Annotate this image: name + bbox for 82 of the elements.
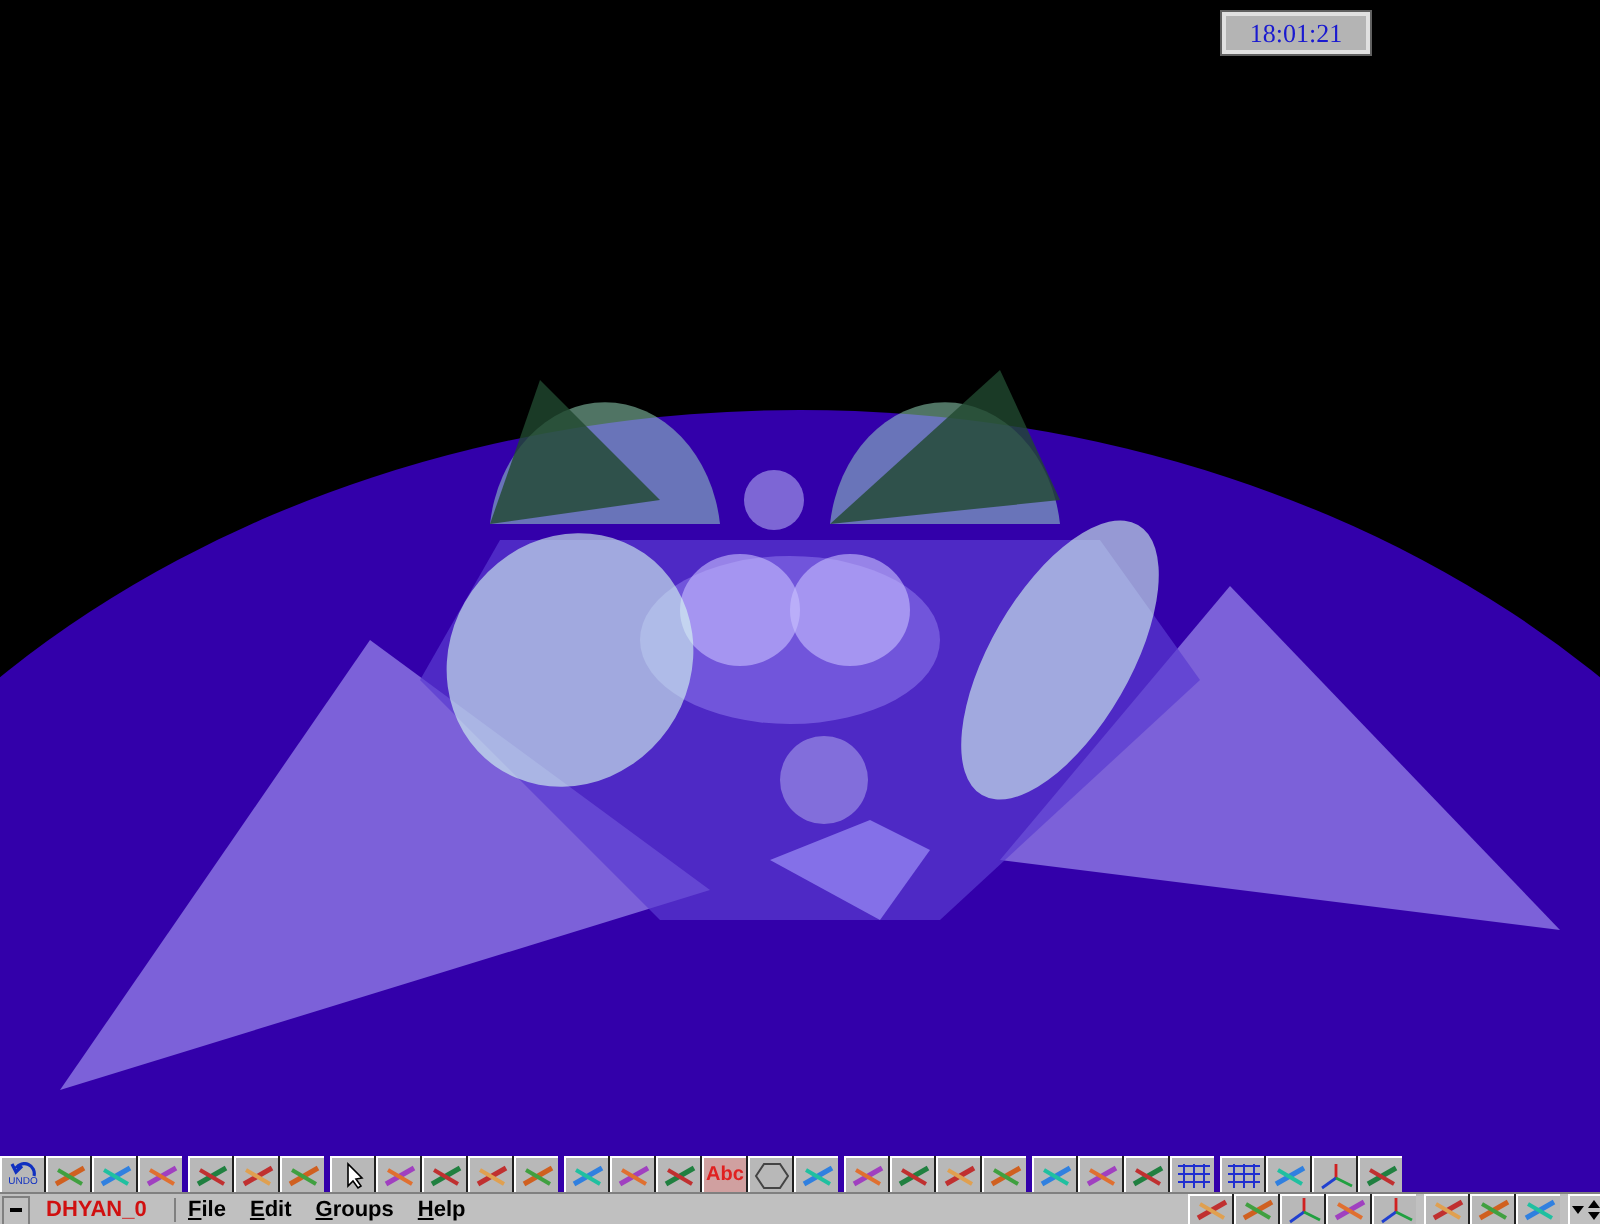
crossed-lines-icon bbox=[193, 1161, 229, 1189]
down-caret-icon bbox=[1571, 1206, 1583, 1214]
tool-button[interactable] bbox=[1124, 1156, 1168, 1192]
crossed-lines-icon bbox=[1363, 1161, 1399, 1189]
crossed-lines-icon bbox=[799, 1161, 835, 1189]
crossed-lines-icon bbox=[239, 1161, 275, 1189]
tool-button[interactable] bbox=[514, 1156, 558, 1192]
crossed-lines-icon bbox=[987, 1161, 1023, 1189]
crossed-lines-icon bbox=[1037, 1161, 1073, 1189]
tool-button[interactable] bbox=[610, 1156, 654, 1192]
tool-button[interactable] bbox=[1032, 1156, 1076, 1192]
crossed-lines-icon bbox=[615, 1161, 651, 1189]
crossed-lines-icon bbox=[143, 1161, 179, 1189]
menu-item[interactable]: Help bbox=[417, 1198, 466, 1222]
grid-button[interactable] bbox=[1170, 1156, 1214, 1192]
tool-button[interactable] bbox=[1358, 1156, 1402, 1192]
crossed-lines-icon bbox=[51, 1161, 87, 1189]
clock-display: 18:01:21 bbox=[1222, 12, 1370, 54]
tool-button[interactable] bbox=[1234, 1194, 1278, 1224]
crossed-lines-icon bbox=[1193, 1196, 1229, 1224]
tool-button[interactable] bbox=[982, 1156, 1026, 1192]
system-menu-icon[interactable] bbox=[2, 1195, 30, 1224]
crossed-lines-icon bbox=[1083, 1161, 1119, 1189]
tool-button[interactable] bbox=[1470, 1194, 1514, 1224]
axes-icon bbox=[1377, 1196, 1413, 1224]
document-name: DHYAN_0 bbox=[30, 1198, 176, 1222]
axes-icon bbox=[1317, 1161, 1353, 1189]
crossed-lines-icon bbox=[895, 1161, 931, 1189]
crossed-lines-icon bbox=[285, 1161, 321, 1189]
tool-button[interactable] bbox=[794, 1156, 838, 1192]
tool-button[interactable] bbox=[656, 1156, 700, 1192]
grid-button[interactable] bbox=[1220, 1156, 1264, 1192]
tool-button[interactable] bbox=[1078, 1156, 1122, 1192]
crossed-lines-icon bbox=[1475, 1196, 1511, 1224]
crossed-lines-icon bbox=[1331, 1196, 1367, 1224]
tool-button[interactable] bbox=[46, 1156, 90, 1192]
crossed-lines-icon bbox=[1429, 1196, 1465, 1224]
tool-button[interactable] bbox=[1188, 1194, 1232, 1224]
tool-button[interactable] bbox=[92, 1156, 136, 1192]
crossed-lines-icon bbox=[1271, 1161, 1307, 1189]
tool-button[interactable] bbox=[188, 1156, 232, 1192]
spinner-button[interactable] bbox=[1568, 1194, 1600, 1224]
crossed-lines-icon bbox=[661, 1161, 697, 1189]
tool-button[interactable] bbox=[1326, 1194, 1370, 1224]
crossed-lines-icon bbox=[941, 1161, 977, 1189]
tool-button[interactable] bbox=[280, 1156, 324, 1192]
crossed-lines-icon bbox=[97, 1161, 133, 1189]
grid-icon bbox=[1225, 1161, 1261, 1189]
crossed-lines-icon bbox=[381, 1161, 417, 1189]
undo-arrow-icon bbox=[9, 1162, 37, 1178]
crossed-lines-icon bbox=[427, 1161, 463, 1189]
polygon-tool-button[interactable] bbox=[748, 1156, 792, 1192]
tool-button[interactable] bbox=[1516, 1194, 1560, 1224]
crossed-lines-icon bbox=[1239, 1196, 1275, 1224]
tool-button[interactable] bbox=[936, 1156, 980, 1192]
crossed-lines-icon bbox=[849, 1161, 885, 1189]
crossed-lines-icon bbox=[1521, 1196, 1557, 1224]
grid-icon bbox=[1175, 1161, 1211, 1189]
tool-button[interactable] bbox=[138, 1156, 182, 1192]
up-down-arrows-icon bbox=[1587, 1200, 1599, 1220]
axes-button[interactable] bbox=[1312, 1156, 1356, 1192]
crossed-lines-icon bbox=[569, 1161, 605, 1189]
menu-item[interactable]: Groups bbox=[315, 1198, 394, 1222]
axes-button[interactable] bbox=[1372, 1194, 1416, 1224]
tool-button[interactable] bbox=[1424, 1194, 1468, 1224]
tool-button[interactable] bbox=[468, 1156, 512, 1192]
axes-button[interactable] bbox=[1280, 1194, 1324, 1224]
crossed-lines-icon bbox=[473, 1161, 509, 1189]
axes-icon bbox=[1285, 1196, 1321, 1224]
tool-button[interactable] bbox=[422, 1156, 466, 1192]
tool-button[interactable] bbox=[1266, 1156, 1310, 1192]
tool-button[interactable] bbox=[890, 1156, 934, 1192]
crossed-lines-icon bbox=[519, 1161, 555, 1189]
crossed-lines-icon bbox=[1129, 1161, 1165, 1189]
tool-button[interactable] bbox=[376, 1156, 420, 1192]
hexagon-icon bbox=[753, 1161, 789, 1189]
menu-item[interactable]: File bbox=[188, 1198, 226, 1222]
tool-button[interactable] bbox=[844, 1156, 888, 1192]
menu-item[interactable]: Edit bbox=[249, 1198, 292, 1222]
pointer-tool-button[interactable] bbox=[330, 1156, 374, 1192]
tool-button[interactable] bbox=[234, 1156, 278, 1192]
tool-button[interactable] bbox=[564, 1156, 608, 1192]
